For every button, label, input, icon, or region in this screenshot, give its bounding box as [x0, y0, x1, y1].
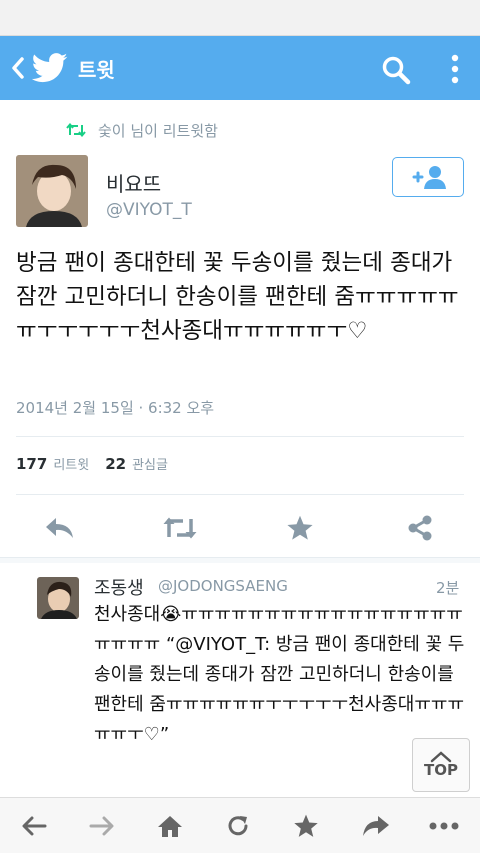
tweet-text: 방금 팬이 종대한테 꽃 두송이를 줬는데 종대가 잠깐 고민하더니 한송이를 … — [16, 250, 459, 344]
tweet-actions — [0, 506, 480, 550]
retweet-count-label: 리트윗 — [53, 458, 90, 473]
retweet-notice: 숯이 님이 리트윗함 — [66, 118, 218, 142]
share-icon[interactable] — [402, 512, 438, 544]
reply-avatar[interactable] — [37, 577, 79, 619]
reply-text: 천사종대😭ㅠㅠㅠㅠㅠㅠㅠㅠㅠㅠㅠㅠㅠㅠㅠㅠㅠㅠㅠㅠㅠ “@VIYOT_T: 방금… — [94, 604, 465, 745]
retweet-notice-text: 숯이 님이 리트윗함 — [98, 121, 218, 140]
refresh-icon[interactable] — [220, 810, 256, 842]
twitter-bird-icon — [32, 36, 72, 100]
back-arrow-icon[interactable] — [16, 810, 52, 842]
retweet-small-icon — [66, 123, 86, 137]
author-handle[interactable]: @VIYOT_T — [106, 200, 192, 220]
reply-separator — [0, 557, 480, 563]
divider — [16, 494, 464, 495]
bookmark-star-icon[interactable] — [288, 810, 324, 842]
home-icon[interactable] — [152, 810, 188, 842]
tweet-timestamp: 2014년 2월 15일 · 6:32 오후 — [16, 399, 215, 417]
search-icon[interactable] — [378, 52, 414, 88]
status-strip — [0, 0, 480, 36]
avatar[interactable] — [16, 155, 88, 227]
tweet-stats: 177 리트윗 22 관심글 — [16, 454, 184, 478]
divider — [16, 436, 464, 437]
overflow-menu-icon[interactable] — [440, 50, 470, 88]
chevron-left-icon[interactable] — [4, 36, 32, 100]
scroll-to-top-button[interactable]: TOP — [412, 738, 470, 792]
reply-author-name[interactable]: 조동생 — [94, 574, 144, 600]
header-title: 트윗 — [78, 57, 115, 82]
share-arrow-icon[interactable] — [358, 810, 394, 842]
app-header: 트윗 — [0, 36, 480, 100]
retweet-count[interactable]: 177 — [16, 455, 47, 473]
top-button-label: TOP — [424, 761, 458, 779]
favorite-star-icon[interactable] — [282, 512, 318, 544]
forward-arrow-icon[interactable] — [84, 810, 120, 842]
browser-toolbar — [0, 797, 480, 853]
reply-icon[interactable] — [42, 512, 78, 544]
reply-time: 2분 — [436, 579, 460, 597]
favorite-count[interactable]: 22 — [105, 455, 126, 473]
more-dots-icon[interactable] — [426, 810, 462, 842]
author-name[interactable]: 비요뜨 — [106, 168, 161, 197]
favorite-count-label: 관심글 — [132, 458, 168, 473]
reply-author-handle[interactable]: @JODONGSAENG — [158, 577, 288, 595]
retweet-icon[interactable] — [162, 512, 198, 544]
follow-button[interactable] — [392, 157, 464, 197]
